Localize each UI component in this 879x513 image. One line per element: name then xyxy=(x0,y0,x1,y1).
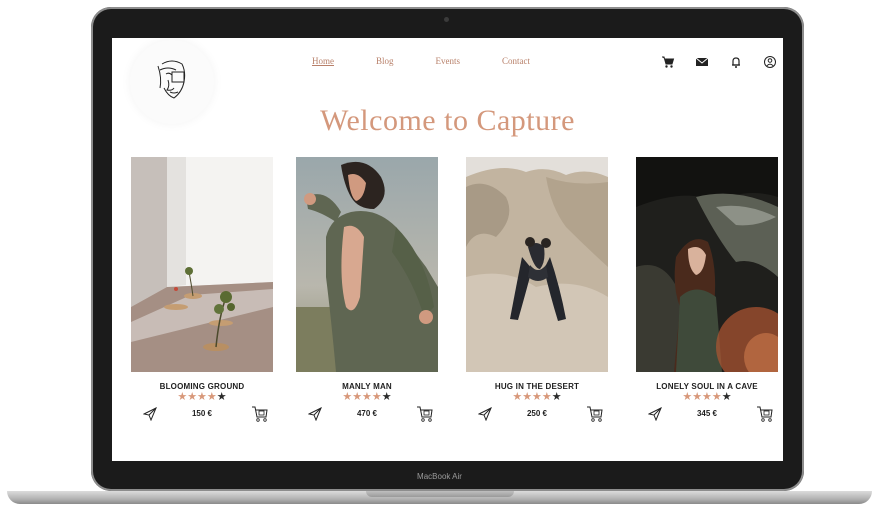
product-photo-room-plants[interactable] xyxy=(131,157,273,372)
product-photo-woman-in-cave[interactable] xyxy=(636,157,778,372)
add-to-cart-icon[interactable] xyxy=(586,405,604,428)
rating-stars: ★★★★★ xyxy=(512,391,562,403)
product-name[interactable]: LONELY SOUL IN A CAVE xyxy=(636,382,778,391)
screen: Home Blog Events Contact Welcome to Capt… xyxy=(112,38,783,461)
product-photo-man-in-suit[interactable] xyxy=(296,157,438,372)
bell-icon[interactable] xyxy=(729,55,743,69)
buy-row: 250 € xyxy=(466,404,608,424)
user-icon[interactable] xyxy=(763,55,777,69)
product-photo-desert-couple[interactable] xyxy=(466,157,608,372)
rating-stars: ★★★★★ xyxy=(177,391,227,403)
nav-blog[interactable]: Blog xyxy=(376,56,394,66)
header-icons xyxy=(661,55,777,69)
laptop-lid: Home Blog Events Contact Welcome to Capt… xyxy=(91,7,804,491)
cart-icon[interactable] xyxy=(661,55,675,69)
product-card[interactable]: LONELY SOUL IN A CAVE ★★★★★ 345 € xyxy=(636,157,778,424)
laptop-notch xyxy=(366,491,514,497)
mail-icon[interactable] xyxy=(695,55,709,69)
camera xyxy=(444,17,449,22)
buy-row: 150 € xyxy=(131,404,273,424)
buy-row: 345 € xyxy=(636,404,778,424)
device-label: MacBook Air xyxy=(417,472,462,481)
nav-events[interactable]: Events xyxy=(436,56,461,66)
product-card[interactable]: HUG IN THE DESERT ★★★★★ 250 € xyxy=(466,157,608,424)
product-name[interactable]: BLOOMING GROUND xyxy=(131,382,273,391)
hero-title: Welcome to Capture xyxy=(320,104,575,137)
product-card[interactable]: BLOOMING GROUND ★★★★★ 150 € xyxy=(131,157,273,424)
rating-stars: ★★★★★ xyxy=(342,391,392,403)
add-to-cart-icon[interactable] xyxy=(251,405,269,428)
buy-row: 470 € xyxy=(296,404,438,424)
main-nav: Home Blog Events Contact xyxy=(312,56,572,66)
product-name[interactable]: MANLY MAN xyxy=(296,382,438,391)
rating-stars: ★★★★★ xyxy=(682,391,732,403)
add-to-cart-icon[interactable] xyxy=(756,405,774,428)
face-line-art-icon xyxy=(157,60,186,99)
add-to-cart-icon[interactable] xyxy=(416,405,434,428)
product-name[interactable]: HUG IN THE DESERT xyxy=(466,382,608,391)
nav-contact[interactable]: Contact xyxy=(502,56,530,66)
product-card[interactable]: MANLY MAN ★★★★★ 470 € xyxy=(296,157,438,424)
nav-home[interactable]: Home xyxy=(312,56,334,66)
